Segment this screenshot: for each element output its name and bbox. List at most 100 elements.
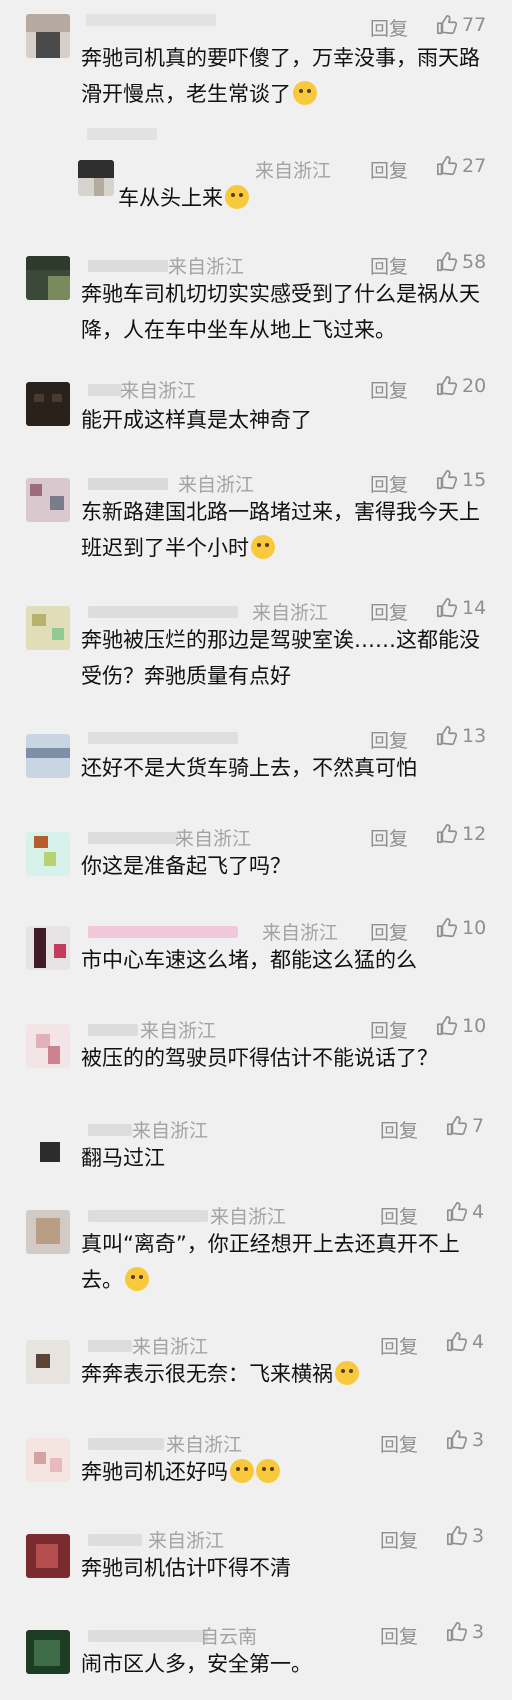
thumbs-up-icon bbox=[437, 1016, 458, 1036]
avatar[interactable] bbox=[26, 256, 70, 300]
username-blurred[interactable] bbox=[88, 1438, 164, 1450]
crying-emoji-icon bbox=[225, 185, 249, 209]
comment-text: 真叫“离奇”，你正经想开上去还真开不上去。 bbox=[81, 1232, 460, 1292]
like-button[interactable]: 77 bbox=[436, 13, 486, 37]
location-label: 来自浙江 bbox=[168, 256, 245, 278]
reply-button[interactable]: 回复 bbox=[370, 252, 408, 279]
like-button[interactable]: 7 bbox=[446, 1114, 484, 1138]
username-blurred[interactable] bbox=[87, 128, 157, 140]
reply-button[interactable]: 回复 bbox=[370, 376, 408, 403]
like-button[interactable]: 3 bbox=[446, 1620, 484, 1644]
comment-text: 奔驰司机估计吓得不清 bbox=[81, 1556, 291, 1580]
avatar[interactable] bbox=[26, 734, 70, 778]
like-button[interactable]: 12 bbox=[436, 822, 486, 846]
thumbs-up-icon bbox=[437, 726, 458, 746]
comment-text: 翻马过江 bbox=[81, 1146, 165, 1170]
reply-button[interactable]: 回复 bbox=[380, 1202, 418, 1229]
avatar[interactable] bbox=[26, 1438, 70, 1482]
like-button[interactable]: 14 bbox=[436, 596, 486, 620]
location-label: 来自浙江 bbox=[166, 1434, 243, 1456]
like-count: 77 bbox=[462, 14, 487, 36]
username-blurred[interactable] bbox=[88, 1340, 132, 1352]
username-blurred[interactable] bbox=[88, 1124, 132, 1136]
like-count: 13 bbox=[462, 725, 487, 747]
thumbs-up-icon bbox=[447, 1202, 468, 1222]
username-blurred[interactable] bbox=[88, 1534, 142, 1546]
like-button[interactable]: 10 bbox=[436, 916, 486, 940]
location-label: 来自浙江 bbox=[132, 1120, 209, 1142]
avatar[interactable] bbox=[26, 606, 70, 650]
avatar[interactable] bbox=[26, 1024, 70, 1068]
reply-button[interactable]: 回复 bbox=[380, 1332, 418, 1359]
like-button[interactable]: 20 bbox=[436, 374, 486, 398]
like-count: 4 bbox=[472, 1331, 485, 1353]
like-button[interactable]: 3 bbox=[446, 1524, 484, 1548]
username-blurred[interactable] bbox=[88, 606, 238, 618]
avatar[interactable] bbox=[26, 832, 70, 876]
avatar[interactable] bbox=[26, 1124, 70, 1168]
flushed-emoji-icon bbox=[256, 1459, 280, 1483]
avatar[interactable] bbox=[26, 382, 70, 426]
like-button[interactable]: 13 bbox=[436, 724, 486, 748]
avatar[interactable] bbox=[26, 1340, 70, 1384]
thumbs-up-icon bbox=[447, 1622, 468, 1642]
like-count: 7 bbox=[472, 1115, 485, 1137]
like-button[interactable]: 10 bbox=[436, 1014, 486, 1038]
location-label: 来自浙江 bbox=[140, 1020, 217, 1042]
username-blurred[interactable] bbox=[88, 732, 238, 744]
avatar[interactable] bbox=[26, 926, 70, 970]
thumbs-up-icon bbox=[447, 1116, 468, 1136]
reply-button[interactable]: 回复 bbox=[370, 14, 408, 41]
like-count: 10 bbox=[462, 1015, 487, 1037]
avatar[interactable] bbox=[26, 478, 70, 522]
flushed-emoji-icon bbox=[335, 1361, 359, 1385]
reply-button[interactable]: 回复 bbox=[370, 726, 408, 753]
like-button[interactable]: 3 bbox=[446, 1428, 484, 1452]
comment-text: 奔驰司机还好吗 bbox=[81, 1454, 491, 1490]
avatar[interactable] bbox=[78, 160, 114, 196]
username-blurred[interactable] bbox=[88, 1024, 138, 1036]
like-button[interactable]: 58 bbox=[436, 250, 486, 274]
username-blurred[interactable] bbox=[88, 1630, 208, 1642]
username-blurred[interactable] bbox=[88, 1210, 208, 1222]
like-count: 12 bbox=[462, 823, 487, 845]
avatar[interactable] bbox=[26, 14, 70, 58]
like-count: 3 bbox=[472, 1429, 485, 1451]
location-label: 自云南 bbox=[200, 1626, 258, 1648]
username-blurred[interactable] bbox=[88, 384, 122, 396]
reply-button[interactable]: 回复 bbox=[370, 824, 408, 851]
username-blurred[interactable] bbox=[86, 14, 216, 26]
reply-button[interactable]: 回复 bbox=[380, 1430, 418, 1457]
like-button[interactable]: 4 bbox=[446, 1200, 484, 1224]
reply-button[interactable]: 回复 bbox=[370, 598, 408, 625]
comment-text: 车从头上来 bbox=[118, 180, 512, 216]
thumbs-up-icon bbox=[437, 470, 458, 490]
username-blurred[interactable] bbox=[88, 926, 238, 938]
like-button[interactable]: 4 bbox=[446, 1330, 484, 1354]
like-count: 4 bbox=[472, 1201, 485, 1223]
location-label: 来自浙江 bbox=[210, 1206, 287, 1228]
avatar[interactable] bbox=[26, 1534, 70, 1578]
like-button[interactable]: 27 bbox=[436, 154, 486, 178]
like-button[interactable]: 15 bbox=[436, 468, 486, 492]
avatar[interactable] bbox=[26, 1210, 70, 1254]
like-count: 3 bbox=[472, 1525, 485, 1547]
reply-button[interactable]: 回复 bbox=[380, 1116, 418, 1143]
reply-button[interactable]: 回复 bbox=[380, 1622, 418, 1649]
reply-button[interactable]: 回复 bbox=[370, 1016, 408, 1043]
reply-button[interactable]: 回复 bbox=[370, 918, 408, 945]
reply-button[interactable]: 回复 bbox=[370, 470, 408, 497]
comment-text: 能开成这样真是太神奇了 bbox=[81, 408, 312, 432]
thumbs-up-icon bbox=[437, 824, 458, 844]
surprised-emoji-icon bbox=[125, 1267, 149, 1291]
reply-button[interactable]: 回复 bbox=[370, 156, 408, 183]
reply-button[interactable]: 回复 bbox=[380, 1526, 418, 1553]
username-blurred[interactable] bbox=[88, 832, 178, 844]
thumbs-up-icon bbox=[447, 1526, 468, 1546]
thumbs-up-icon bbox=[437, 376, 458, 396]
avatar[interactable] bbox=[26, 1630, 70, 1674]
like-count: 27 bbox=[462, 155, 487, 177]
username-blurred[interactable] bbox=[88, 478, 168, 490]
username-blurred[interactable] bbox=[88, 260, 168, 272]
comment-text: 还好不是大货车骑上去，不然真可怕 bbox=[81, 756, 417, 780]
